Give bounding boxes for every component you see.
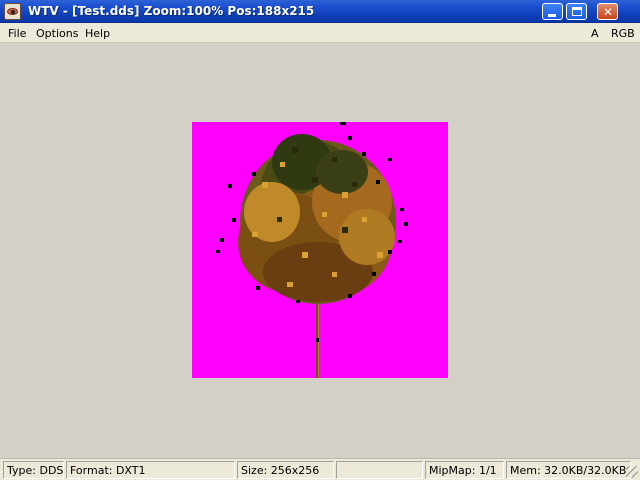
resize-grip[interactable] [626, 466, 638, 478]
maximize-button[interactable] [566, 3, 587, 20]
menu-options[interactable]: Options [36, 27, 78, 40]
minimize-button[interactable] [542, 3, 563, 20]
status-type: Type: DDS [3, 461, 64, 479]
minimize-icon [548, 14, 556, 17]
status-format: Format: DXT1 [66, 461, 235, 479]
status-mem: Mem: 32.0KB/32.0KB [506, 461, 631, 479]
menu-bar: File Options Help A RGB [0, 23, 640, 43]
maximize-icon [572, 7, 582, 16]
tree-texture-graphic [192, 122, 448, 378]
status-size: Size: 256x256 [237, 461, 334, 479]
menu-help[interactable]: Help [85, 27, 110, 40]
texture-image[interactable] [192, 122, 448, 378]
close-button[interactable]: ✕ [597, 3, 618, 20]
image-viewport[interactable] [3, 44, 637, 456]
channel-alpha-toggle[interactable]: A [591, 27, 599, 40]
status-mipmap: MipMap: 1/1 [425, 461, 504, 479]
status-bar: Type: DDS Format: DXT1 Size: 256x256 Mip… [0, 458, 640, 480]
title-bar[interactable]: WTV - [Test.dds] Zoom:100% Pos:188x215 ✕ [0, 0, 640, 23]
close-icon: ✕ [603, 5, 614, 19]
app-eye-icon[interactable] [4, 3, 21, 20]
channel-rgb-toggle[interactable]: RGB [611, 27, 635, 40]
status-empty [336, 461, 423, 479]
window-title: WTV - [Test.dds] Zoom:100% Pos:188x215 [28, 4, 315, 18]
menu-file[interactable]: File [8, 27, 26, 40]
